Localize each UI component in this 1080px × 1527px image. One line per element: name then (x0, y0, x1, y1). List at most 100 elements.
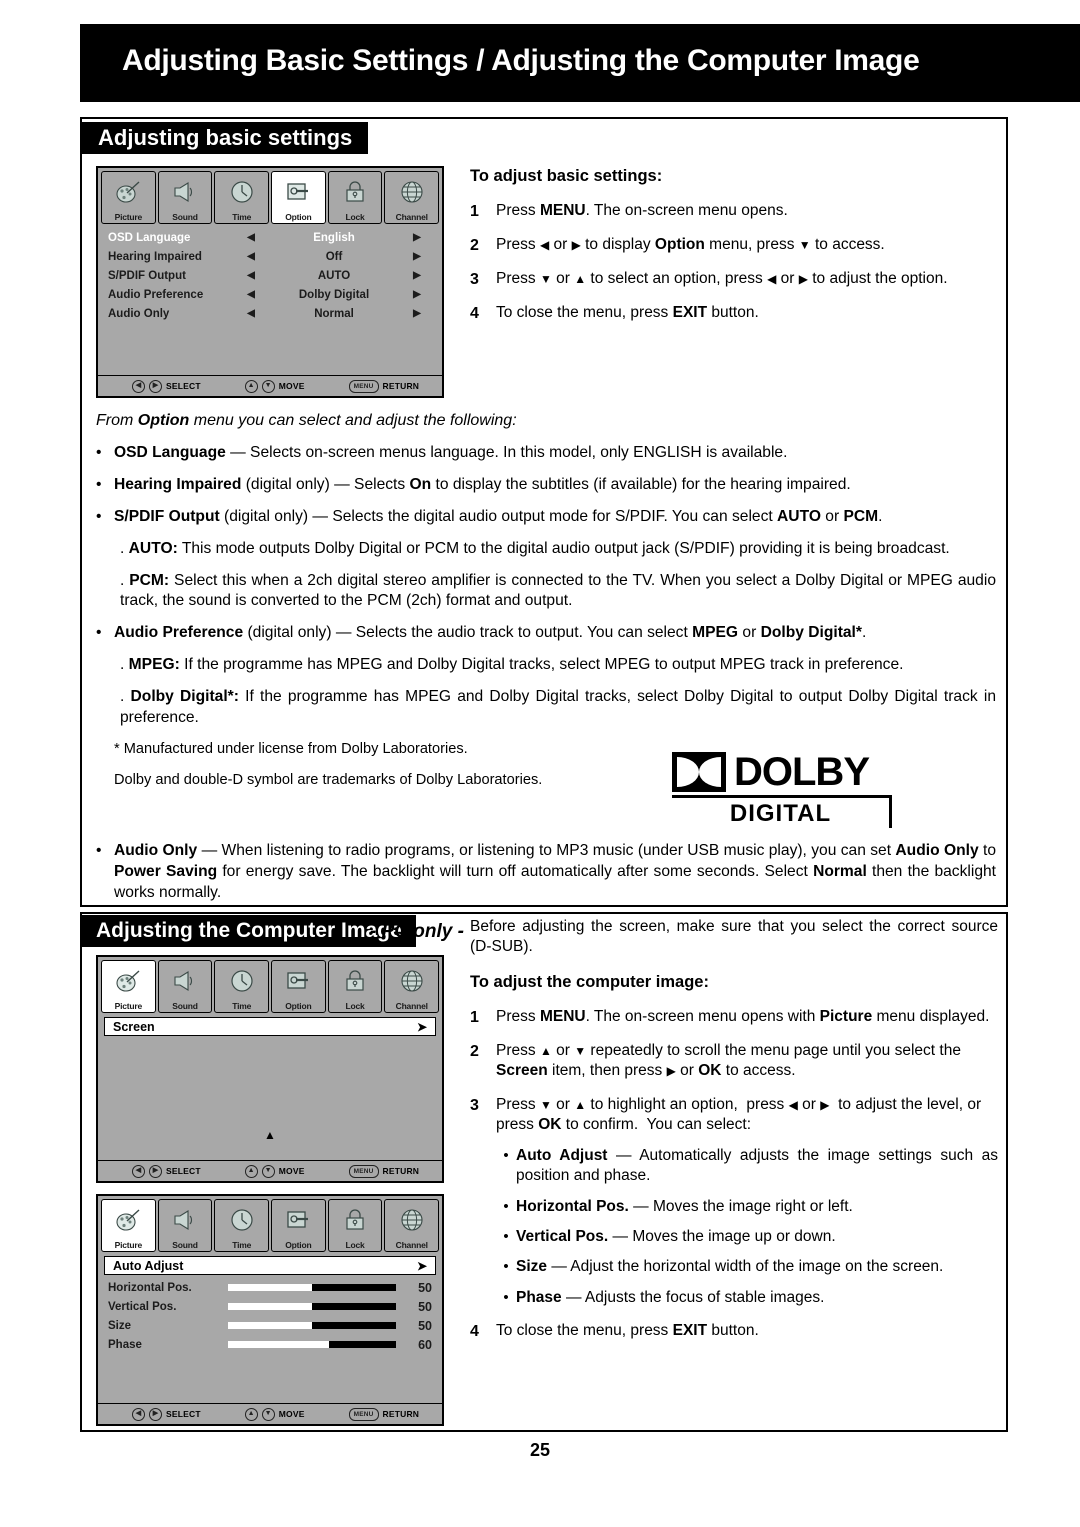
screen-option-list: • Auto Adjust — Automatically adjusts th… (496, 1146, 998, 1309)
osd-tab-time[interactable]: Time (214, 171, 270, 224)
left-arrow-icon[interactable]: ◀ (236, 251, 266, 262)
slider-size[interactable]: Size 50 (98, 1316, 442, 1335)
osd-tab-label: Time (232, 1001, 252, 1011)
option-text: Phase — Adjusts the focus of stable imag… (516, 1288, 825, 1306)
sub-pcm: . PCM: Select this when a 2ch digital st… (120, 571, 996, 610)
osd-row-hearing-impaired[interactable]: Hearing Impaired ◀ Off ▶ (108, 247, 432, 266)
osd-tab-channel[interactable]: Channel (384, 1199, 440, 1252)
bullet-dot: • (503, 1227, 509, 1245)
footer-return-label: RETURN (382, 381, 420, 391)
osd-tab-sound[interactable]: Sound (157, 1199, 213, 1252)
osd-tab-lock[interactable]: Lock (327, 171, 383, 224)
osd-tab-option[interactable]: Option (271, 960, 326, 1013)
footer-select: ◀ ▶ SELECT (132, 1164, 201, 1178)
slider-track[interactable] (228, 1341, 396, 1348)
double-d-symbol-icon (672, 752, 726, 792)
speaker-icon (159, 1200, 212, 1240)
right-arrow-icon[interactable]: ▶ (402, 289, 432, 300)
osd-item-screen[interactable]: Screen ➤ (104, 1017, 436, 1036)
osd-tab-lock[interactable]: Lock (327, 960, 383, 1013)
wrench-screen-icon (272, 1200, 325, 1240)
step-number: 4 (470, 1323, 479, 1341)
dolby-digital-label: DIGITAL (729, 800, 832, 827)
footer-return-label: RETURN (382, 1166, 420, 1176)
osd-tab-sound[interactable]: Sound (157, 171, 213, 224)
pc-only-label: - PC only - (370, 921, 464, 942)
osd-row-spdif-output[interactable]: S/PDIF Output ◀ AUTO ▶ (108, 266, 432, 285)
osd-item-auto-adjust[interactable]: Auto Adjust ➤ (104, 1256, 436, 1275)
osd-tab-channel[interactable]: Channel (384, 960, 440, 1013)
osd-tab-label: Sound (172, 212, 198, 222)
right-arrow-icon[interactable]: ➤ (417, 1259, 427, 1273)
audio-only-bullet-group: • Audio Only — When listening to radio p… (96, 830, 996, 904)
dolby-wordmark: DOLBY (734, 750, 870, 794)
left-arrow-icon[interactable]: ◀ (236, 270, 266, 281)
osd-tab-sound[interactable]: Sound (157, 960, 213, 1013)
osd-tab-time[interactable]: Time (214, 960, 270, 1013)
footer-move-label: MOVE (278, 381, 305, 391)
osd-tab-picture[interactable]: Picture (101, 960, 156, 1013)
bullet-dot: • (96, 842, 102, 859)
footer-select-label: SELECT (166, 1166, 201, 1176)
osd-footer: ◀ ▶ SELECT ▲ ▼ MOVE MENU RETURN (98, 1403, 442, 1424)
bullet-text: Hearing Impaired (digital only) — Select… (114, 475, 851, 493)
left-arrow-icon[interactable]: ◀ (236, 289, 266, 300)
slider-horizontal-pos[interactable]: Horizontal Pos. 50 (98, 1278, 442, 1297)
dolby-logo-bottom: DIGITAL (672, 795, 892, 828)
row-value: Normal (314, 307, 354, 320)
right-arrow-icon[interactable]: ▶ (402, 270, 432, 281)
row-label: Audio Only (108, 307, 170, 320)
left-arrow-icon[interactable]: ◀ (236, 308, 266, 319)
right-arrow-icon[interactable]: ➤ (417, 1020, 427, 1034)
left-arrow-icon[interactable]: ◀ (236, 232, 266, 243)
osd-tab-lock[interactable]: Lock (327, 1199, 383, 1252)
option-menu-intro: From Option menu you can select and adju… (96, 412, 517, 429)
step-text: Press ▼ or ▲ to select an option, press … (496, 269, 948, 287)
osd-row-audio-only[interactable]: Audio Only ◀ Normal ▶ (108, 304, 432, 323)
right-arrow-icon[interactable]: ▶ (402, 232, 432, 243)
menu-button-icon: MENU (348, 1164, 379, 1178)
osd-tab-label: Lock (345, 212, 365, 222)
right-arrow-icon[interactable]: ▶ (402, 251, 432, 262)
osd-tab-option[interactable]: Option (271, 1199, 326, 1252)
osd-item-label: Screen (113, 1019, 155, 1034)
bullet-text: Audio Only — When listening to radio pro… (114, 842, 997, 901)
bullet-text: OSD Language — Selects on-screen menus l… (114, 444, 788, 461)
slider-vertical-pos[interactable]: Vertical Pos. 50 (98, 1297, 442, 1316)
osd-tab-label: Picture (114, 1240, 143, 1250)
osd-tab-option[interactable]: Option (271, 171, 326, 224)
menu-button-icon: MENU (348, 379, 379, 393)
osd-tab-channel[interactable]: Channel (384, 171, 440, 224)
step-4: 4 To close the menu, press EXIT button. (470, 303, 998, 324)
osd-tab-time[interactable]: Time (214, 1199, 270, 1252)
step-text: Press MENU. The on-screen menu opens wit… (496, 1007, 990, 1025)
globe-icon (385, 961, 438, 1001)
option-vertical-pos: • Vertical Pos. — Moves the image up or … (496, 1227, 998, 1247)
right-arrow-icon[interactable]: ▶ (402, 308, 432, 319)
bullet-dot: • (503, 1197, 509, 1215)
sub-dolby-digital: . Dolby Digital*: If the programme has M… (120, 688, 997, 727)
osd-tab-picture[interactable]: Picture (101, 1199, 156, 1252)
osd-tab-bar: Picture Sound Time Option Lock Channel (98, 957, 442, 1013)
option-auto-adjust: • Auto Adjust — Automatically adjusts th… (496, 1146, 998, 1187)
row-label: OSD Language (108, 231, 191, 244)
osd-row-audio-preference[interactable]: Audio Preference ◀ Dolby Digital ▶ (108, 285, 432, 304)
osd-option-rows: OSD Language ◀ English ▶ Hearing Impaire… (98, 224, 442, 323)
wrench-screen-icon (272, 172, 325, 212)
slider-track[interactable] (228, 1284, 396, 1291)
osd-row-osd-language[interactable]: OSD Language ◀ English ▶ (108, 228, 432, 247)
osd-tab-picture[interactable]: Picture (101, 171, 156, 224)
dolby-note-1: * Manufactured under license from Dolby … (114, 740, 468, 757)
option-phase: • Phase — Adjusts the focus of stable im… (496, 1288, 998, 1308)
osd-tab-label: Option (285, 212, 312, 222)
footer-select-label: SELECT (166, 381, 201, 391)
bullet-text: Audio Preference (digital only) — Select… (114, 624, 867, 642)
slider-phase[interactable]: Phase 60 (98, 1335, 442, 1354)
right-button-icon: ▶ (149, 1407, 162, 1421)
bullet-dot: • (96, 507, 102, 525)
option-size: • Size — Adjust the horizontal width of … (496, 1257, 998, 1277)
slider-value: 50 (418, 1318, 432, 1333)
slider-track[interactable] (228, 1303, 396, 1310)
dolby-logo-top: DOLBY (672, 752, 892, 792)
slider-track[interactable] (228, 1322, 396, 1329)
